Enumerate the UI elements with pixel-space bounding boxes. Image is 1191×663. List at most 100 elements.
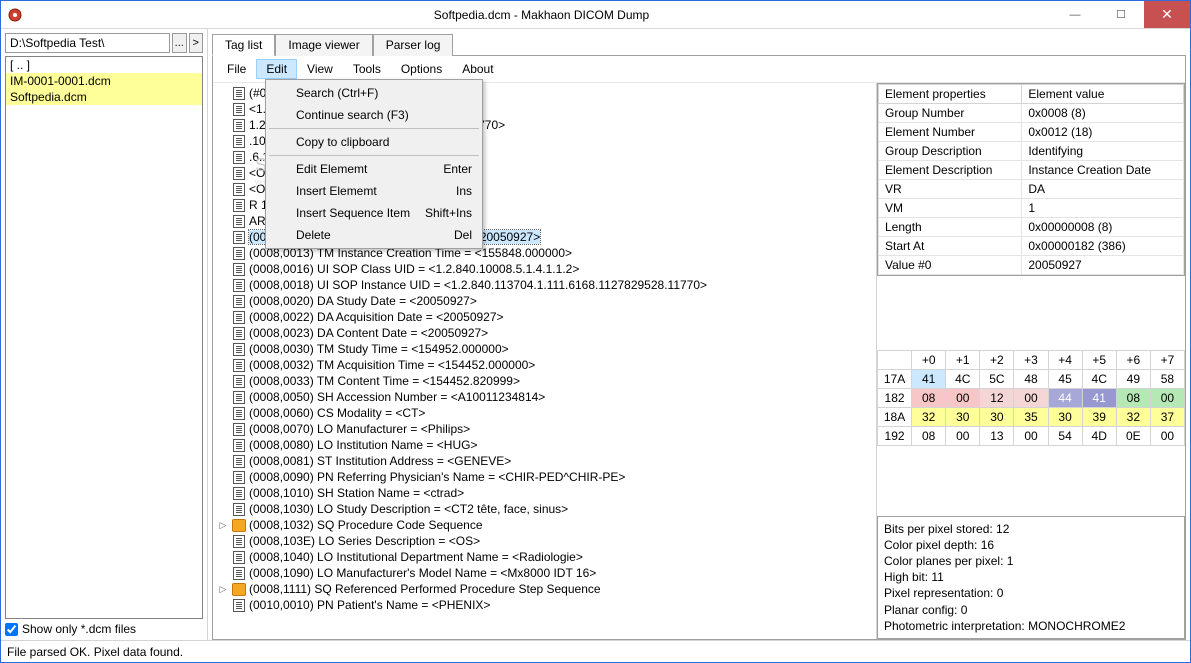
- edit-menu-item[interactable]: Search (Ctrl+F): [268, 82, 480, 104]
- minimize-button[interactable]: —: [1052, 1, 1098, 28]
- menu-file[interactable]: File: [217, 59, 256, 79]
- info-line: Planar config: 0: [884, 602, 1178, 618]
- tree-row[interactable]: (0008,103E) LO Series Description = <OS>: [213, 533, 876, 549]
- prop-cell: Length: [879, 218, 1022, 237]
- tab-image-viewer[interactable]: Image viewer: [275, 34, 372, 56]
- hex-cell: 39: [1082, 407, 1116, 426]
- tree-row-text: (0008,0070) LO Manufacturer = <Philips>: [249, 422, 470, 436]
- tree-row[interactable]: (0008,0033) TM Content Time = <154452.82…: [213, 373, 876, 389]
- tree-row[interactable]: (0008,0020) DA Study Date = <20050927>: [213, 293, 876, 309]
- tab-bar: Tag list Image viewer Parser log: [212, 33, 1186, 56]
- tree-row[interactable]: (0008,1090) LO Manufacturer's Model Name…: [213, 565, 876, 581]
- tree-row[interactable]: (0008,0080) LO Institution Name = <HUG>: [213, 437, 876, 453]
- tree-row[interactable]: (0010,0010) PN Patient's Name = <PHENIX>: [213, 597, 876, 613]
- file-list[interactable]: [ .. ] IM-0001-0001.dcm Softpedia.dcm: [5, 56, 203, 619]
- tree-row[interactable]: (0008,0032) TM Acquisition Time = <15445…: [213, 357, 876, 373]
- hex-col-header: +7: [1150, 350, 1184, 369]
- document-icon: [233, 343, 245, 356]
- menu-about[interactable]: About: [452, 59, 503, 79]
- document-icon: [233, 487, 245, 500]
- document-icon: [233, 87, 245, 100]
- tree-row[interactable]: (0008,0023) DA Content Date = <20050927>: [213, 325, 876, 341]
- close-button[interactable]: ✕: [1144, 1, 1190, 28]
- document-icon: [233, 215, 245, 228]
- prop-cell: 0x00000182 (386): [1022, 237, 1184, 256]
- tree-row-text: (0008,0060) CS Modality = <CT>: [249, 406, 425, 420]
- tree-row[interactable]: (0008,0070) LO Manufacturer = <Philips>: [213, 421, 876, 437]
- show-only-dcm-checkbox[interactable]: [5, 623, 18, 636]
- prop-cell: 0x0008 (8): [1022, 104, 1184, 123]
- image-info-box: Bits per pixel stored: 12Color pixel dep…: [877, 516, 1185, 639]
- hex-cell: 35: [1014, 407, 1048, 426]
- tree-row-text: (0008,0081) ST Institution Address = <GE…: [249, 454, 511, 468]
- tree-row[interactable]: (0008,0081) ST Institution Address = <GE…: [213, 453, 876, 469]
- file-item[interactable]: Softpedia.dcm: [6, 89, 202, 105]
- prop-cell: Group Number: [879, 104, 1022, 123]
- menu-view[interactable]: View: [297, 59, 343, 79]
- edit-menu-item[interactable]: Insert ElememtIns: [268, 180, 480, 202]
- edit-menu-item[interactable]: Insert Sequence ItemShift+Ins: [268, 202, 480, 224]
- file-item[interactable]: IM-0001-0001.dcm: [6, 73, 202, 89]
- info-line: Color planes per pixel: 1: [884, 553, 1178, 569]
- right-panel: Element propertiesElement value Group Nu…: [876, 83, 1185, 639]
- menu-edit[interactable]: Edit: [256, 59, 297, 79]
- hex-col-header: +6: [1116, 350, 1150, 369]
- hex-grid: +0+1+2+3+4+5+6+717A414C5C48454C495818208…: [877, 350, 1185, 446]
- hex-cell: 00: [1014, 426, 1048, 445]
- hex-col-header: +5: [1082, 350, 1116, 369]
- menu-options[interactable]: Options: [391, 59, 452, 79]
- hex-cell: 32: [912, 407, 946, 426]
- menubar: File Edit View Tools Options About Searc…: [213, 56, 1185, 83]
- edit-menu-item[interactable]: Continue search (F3): [268, 104, 480, 126]
- tree-row-text: (0008,0018) UI SOP Instance UID = <1.2.8…: [249, 278, 707, 292]
- tree-row[interactable]: (0008,0050) SH Accession Number = <A1001…: [213, 389, 876, 405]
- document-icon: [233, 391, 245, 404]
- path-browse-button[interactable]: ...: [172, 33, 187, 53]
- edit-menu-item[interactable]: Edit ElememtEnter: [268, 158, 480, 180]
- info-line: Color pixel depth: 16: [884, 537, 1178, 553]
- document-icon: [233, 423, 245, 436]
- info-line: High bit: 11: [884, 569, 1178, 585]
- edit-menu-item[interactable]: DeleteDel: [268, 224, 480, 246]
- menu-tools[interactable]: Tools: [343, 59, 391, 79]
- hex-cell: 4D: [1082, 426, 1116, 445]
- tree-row[interactable]: (0008,1040) LO Institutional Department …: [213, 549, 876, 565]
- tree-row[interactable]: (0008,0090) PN Referring Physician's Nam…: [213, 469, 876, 485]
- hex-cell: 49: [1116, 369, 1150, 388]
- prop-header-name: Element properties: [879, 85, 1022, 104]
- prop-cell: Element Description: [879, 161, 1022, 180]
- tree-row[interactable]: (0008,1010) SH Station Name = <ctrad>: [213, 485, 876, 501]
- app-icon: [7, 7, 23, 23]
- tab-tag-list[interactable]: Tag list: [212, 34, 275, 56]
- path-go-button[interactable]: >: [189, 33, 204, 53]
- hex-col-header: +2: [980, 350, 1014, 369]
- prop-cell: Instance Creation Date: [1022, 161, 1184, 180]
- tree-row[interactable]: ▷(0008,1032) SQ Procedure Code Sequence: [213, 517, 876, 533]
- file-item[interactable]: [ .. ]: [6, 57, 202, 73]
- hex-cell: 30: [980, 407, 1014, 426]
- edit-menu-item[interactable]: Copy to clipboard: [268, 131, 480, 153]
- tree-row[interactable]: (0008,0018) UI SOP Instance UID = <1.2.8…: [213, 277, 876, 293]
- document-icon: [233, 375, 245, 388]
- path-input[interactable]: [5, 33, 170, 53]
- tree-row[interactable]: (0008,0022) DA Acquisition Date = <20050…: [213, 309, 876, 325]
- document-icon: [233, 407, 245, 420]
- tree-row-text: (0008,0033) TM Content Time = <154452.82…: [249, 374, 520, 388]
- tree-row-text: (0008,0016) UI SOP Class UID = <1.2.840.…: [249, 262, 579, 276]
- window-title: Softpedia.dcm - Makhaon DICOM Dump: [31, 8, 1052, 22]
- tree-row[interactable]: (0008,1030) LO Study Description = <CT2 …: [213, 501, 876, 517]
- document-icon: [233, 311, 245, 324]
- tab-parser-log[interactable]: Parser log: [373, 34, 454, 56]
- tree-row[interactable]: ▷(0008,1111) SQ Referenced Performed Pro…: [213, 581, 876, 597]
- document-icon: [233, 327, 245, 340]
- tree-row[interactable]: (0008,0016) UI SOP Class UID = <1.2.840.…: [213, 261, 876, 277]
- hex-cell: 58: [1150, 369, 1184, 388]
- tree-row-text: (0008,0020) DA Study Date = <20050927>: [249, 294, 477, 308]
- document-icon: [233, 455, 245, 468]
- maximize-button[interactable]: ☐: [1098, 1, 1144, 28]
- tree-row[interactable]: (0008,0060) CS Modality = <CT>: [213, 405, 876, 421]
- tree-row[interactable]: (0008,0030) TM Study Time = <154952.0000…: [213, 341, 876, 357]
- hex-cell: 08: [912, 426, 946, 445]
- hex-col-header: +4: [1048, 350, 1082, 369]
- hex-cell: 48: [1014, 369, 1048, 388]
